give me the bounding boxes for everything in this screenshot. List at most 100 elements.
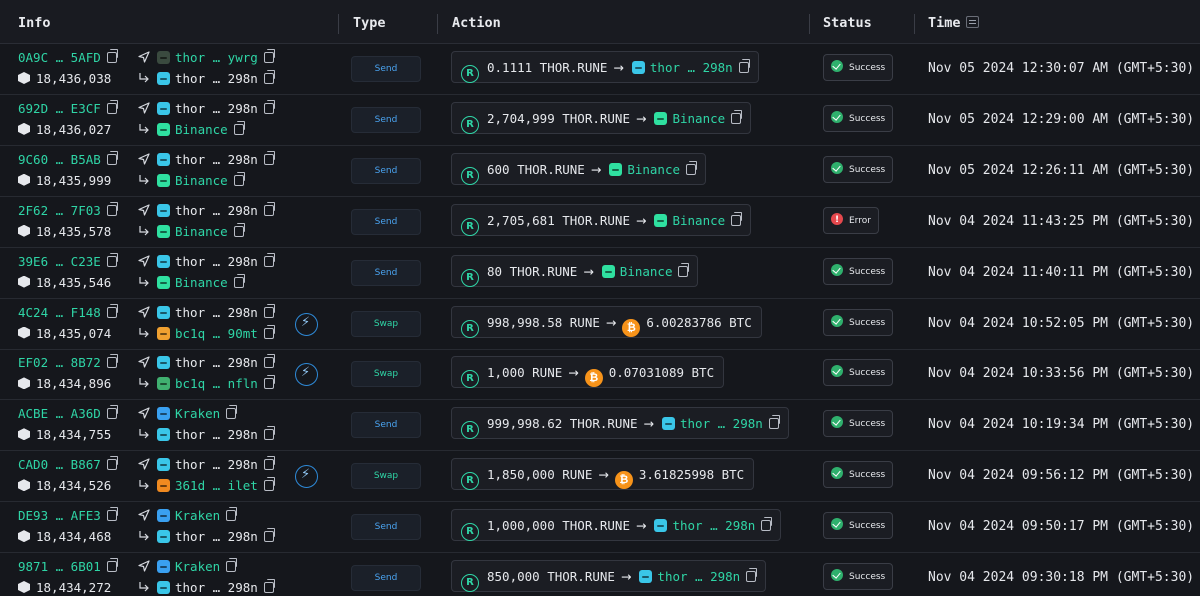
copy-icon[interactable] [263,375,275,390]
action-dest-address[interactable]: thor … 298n [680,416,763,431]
copy-icon[interactable] [106,456,118,471]
copy-icon[interactable] [106,49,118,63]
copy-icon[interactable] [226,405,238,420]
tx-hash[interactable]: 2F62 … 7F03 [18,201,118,218]
copy-icon[interactable] [106,558,118,572]
copy-icon[interactable] [263,70,275,84]
tx-hash-link[interactable]: 9C60 … B5AB [18,152,101,167]
from-address-link[interactable]: thor … 298n [175,101,258,116]
action-dest-address[interactable]: Binance [627,162,680,177]
copy-icon[interactable] [263,303,275,318]
copy-icon[interactable] [226,558,238,572]
to-address-link[interactable]: Binance [175,224,228,239]
copy-icon[interactable] [678,262,690,277]
copy-icon[interactable] [263,252,275,267]
copy-icon[interactable] [106,150,118,165]
tx-hash-link[interactable]: 692D … E3CF [18,101,101,116]
tx-hash[interactable]: EF02 … 8B72 [18,354,118,370]
copy-icon[interactable] [731,109,743,124]
copy-icon[interactable] [761,517,773,532]
tx-hash-link[interactable]: 39E6 … C23E [18,254,101,269]
tx-hash[interactable]: 4C24 … F148 [18,303,118,320]
copy-icon[interactable] [106,405,118,420]
from-address-link[interactable]: thor … 298n [175,355,258,370]
tx-hash[interactable]: CAD0 … B867 [18,456,118,472]
from-address: thor … 298n [138,456,275,472]
tx-hash-link[interactable]: ACBE … A36D [18,406,101,421]
bitcoin-icon: ₿ [584,369,603,388]
return-arrow-icon [138,428,150,443]
copy-icon[interactable] [106,354,118,369]
tx-hash-link[interactable]: DE93 … AFE3 [18,508,101,523]
to-address-link[interactable]: Binance [175,173,228,188]
to-address-link[interactable]: Binance [175,275,228,290]
copy-icon[interactable] [233,222,245,237]
from-address-link[interactable]: Kraken [175,559,220,574]
copy-icon[interactable] [226,507,238,522]
copy-icon[interactable] [686,160,698,175]
copy-icon[interactable] [106,201,118,216]
tx-hash[interactable]: 9C60 … B5AB [18,150,118,167]
to-address-link[interactable]: thor … 298n [175,427,258,442]
copy-icon[interactable] [263,354,275,369]
to-address-link[interactable]: thor … 298n [175,580,258,595]
action-dest-address[interactable]: Binance [620,264,673,279]
copy-icon[interactable] [263,477,275,492]
from-address-link[interactable]: thor … 298n [175,203,258,218]
copy-icon[interactable] [233,273,245,288]
from-address-link[interactable]: thor … ywrg [175,50,258,65]
to-address-link[interactable]: bc1q … nfln [175,376,258,391]
from-address-link[interactable]: thor … 298n [175,457,258,472]
header-action: Action [452,15,501,31]
copy-icon[interactable] [263,579,275,593]
copy-icon[interactable] [263,456,275,471]
copy-icon[interactable] [263,426,275,441]
to-address-link[interactable]: Binance [175,122,228,137]
copy-icon[interactable] [738,59,750,73]
tx-hash-link[interactable]: 2F62 … 7F03 [18,203,101,218]
action-dest-address[interactable]: Binance [672,213,725,228]
to-address-link[interactable]: thor … 298n [175,529,258,544]
tx-hash-link[interactable]: EF02 … 8B72 [18,355,101,370]
copy-icon[interactable] [263,201,275,216]
copy-icon[interactable] [746,568,758,582]
to-address-link[interactable]: thor … 298n [175,71,258,86]
copy-icon[interactable] [106,252,118,267]
to-address-link[interactable]: 361d … ilet [175,478,258,493]
from-address-link[interactable]: Kraken [175,508,220,523]
tx-hash[interactable]: 9871 … 6B01 [18,558,118,574]
from-address-link[interactable]: thor … 298n [175,305,258,320]
tx-hash-link[interactable]: 4C24 … F148 [18,305,101,320]
tx-hash[interactable]: 39E6 … C23E [18,252,118,269]
tx-hash-link[interactable]: 0A9C … 5AFD [18,50,101,65]
copy-icon[interactable] [106,507,118,522]
tx-hash[interactable]: 692D … E3CF [18,99,118,116]
action-dest-address[interactable]: thor … 298n [650,60,733,75]
tx-hash[interactable]: 0A9C … 5AFD [18,49,118,65]
from-address-link[interactable]: Kraken [175,406,220,421]
copy-icon[interactable] [731,211,743,226]
copy-icon[interactable] [106,303,118,318]
arrow-right-icon: → [598,467,609,483]
tx-hash[interactable]: DE93 … AFE3 [18,507,118,523]
from-address-link[interactable]: thor … 298n [175,254,258,269]
tx-hash[interactable]: ACBE … A36D [18,405,118,421]
copy-icon[interactable] [233,171,245,186]
copy-icon[interactable] [263,99,275,114]
copy-icon[interactable] [233,120,245,135]
tx-hash-link[interactable]: 9871 … 6B01 [18,559,101,574]
copy-icon[interactable] [106,99,118,114]
address-avatar-icon [662,417,675,431]
copy-icon[interactable] [263,324,275,339]
time-format-toggle-icon[interactable] [965,16,979,28]
action-dest-address[interactable]: thor … 298n [672,518,755,533]
from-address-link[interactable]: thor … 298n [175,152,258,167]
copy-icon[interactable] [768,415,780,430]
copy-icon[interactable] [263,528,275,543]
to-address-link[interactable]: bc1q … 90mt [175,326,258,341]
action-dest-address[interactable]: Binance [672,111,725,126]
tx-hash-link[interactable]: CAD0 … B867 [18,457,101,472]
copy-icon[interactable] [263,49,275,63]
action-dest-address[interactable]: thor … 298n [657,569,740,584]
copy-icon[interactable] [263,150,275,165]
